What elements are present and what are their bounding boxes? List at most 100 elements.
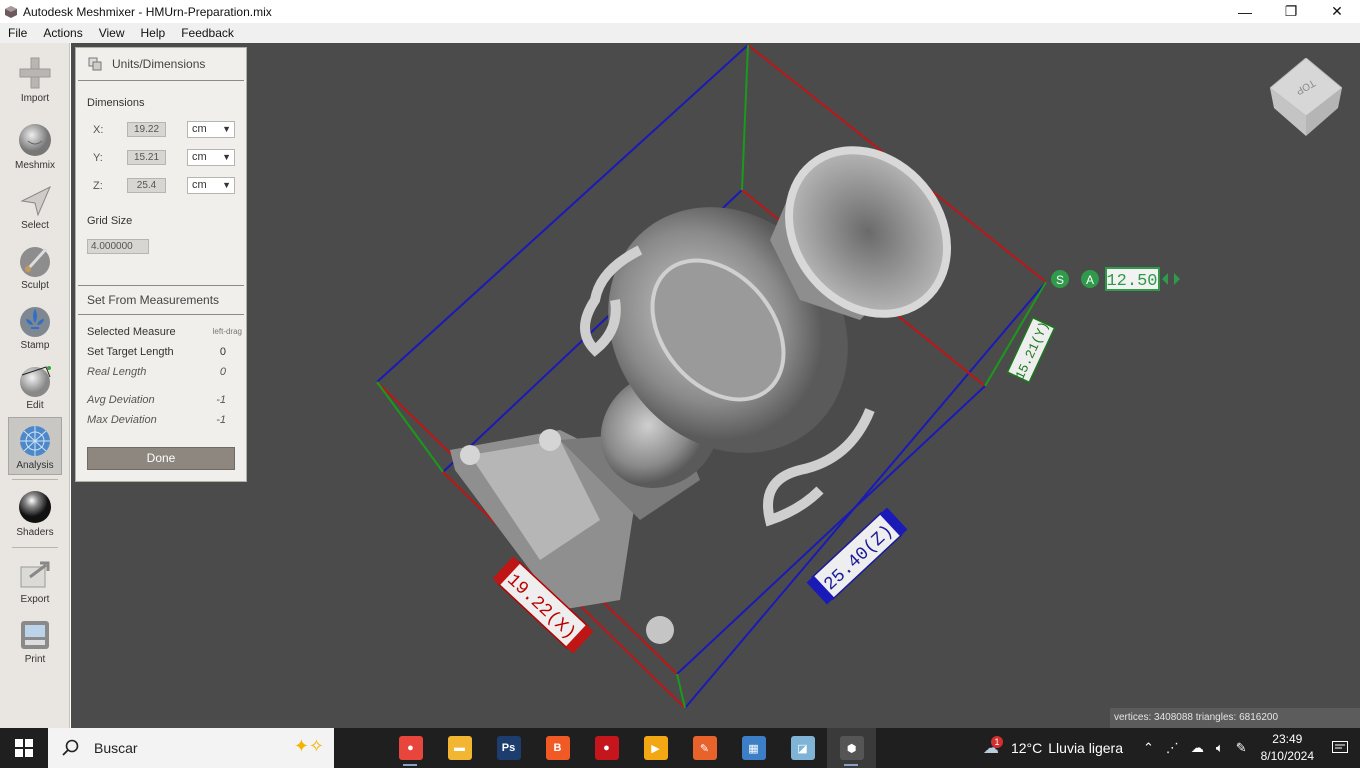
notification-button[interactable]: [1328, 728, 1352, 768]
analysis-mesh-icon: [20, 426, 50, 456]
scale-widget[interactable]: S A 12.50: [1051, 267, 1180, 291]
close-button[interactable]: ✕: [1314, 0, 1360, 23]
urn-model: [450, 146, 952, 644]
windows-logo-icon: [15, 739, 33, 757]
taskbar-app-file-explorer[interactable]: ▬: [435, 728, 484, 768]
plus-icon: [19, 57, 51, 89]
selected-measure-row[interactable]: Selected Measure left-drag: [87, 326, 242, 338]
system-tray: ☁ 1 12°C Lluvia ligera ⌃ ⋰ ☁ 🔈︎ ✎ 23:49 …: [983, 728, 1360, 768]
volume-icon[interactable]: 🔈︎: [1216, 740, 1224, 756]
done-button[interactable]: Done: [87, 447, 235, 470]
edit-button[interactable]: Edit: [8, 358, 62, 416]
taskbar-app-pen-app[interactable]: ✎: [680, 728, 729, 768]
y-dimension-input[interactable]: 15.21: [127, 150, 166, 165]
y-unit-select[interactable]: cm ▼: [187, 149, 235, 166]
meshmix-button[interactable]: Meshmix: [8, 118, 62, 176]
taskbar-app-book-app[interactable]: ◪: [778, 728, 827, 768]
onedrive-icon[interactable]: ☁: [1191, 740, 1204, 756]
print-label: Print: [24, 654, 46, 665]
analysis-label: Analysis: [16, 460, 54, 471]
target-length-row[interactable]: Set Target Length 0: [87, 346, 242, 358]
z-axis-label: Z:: [93, 180, 103, 192]
taskbar-app-photoshop[interactable]: Ps: [484, 728, 533, 768]
x-axis-label: X:: [93, 124, 104, 136]
taskbar-app-chrome[interactable]: ●: [386, 728, 435, 768]
grid-size-input[interactable]: 4.000000: [87, 239, 149, 254]
title-bar: Autodesk Meshmixer - HMUrn-Preparation.m…: [0, 0, 1360, 23]
dimension-z-row: Z: 25.4 cm ▼: [87, 177, 237, 194]
taskbar-search[interactable]: Buscar ✦✧: [48, 728, 334, 768]
select-label: Select: [21, 220, 49, 231]
import-label: Import: [20, 93, 50, 104]
avg-deviation-row: Avg Deviation -1: [87, 394, 226, 406]
dimensions-label: Dimensions: [87, 97, 145, 109]
scale-increase-arrow: [1174, 273, 1180, 285]
shaders-button[interactable]: Shaders: [8, 485, 62, 543]
clock[interactable]: 23:49 8/10/2024: [1261, 731, 1314, 765]
mesh-stats: vertices: 3408088 triangles: 6816200: [1110, 708, 1360, 728]
menu-feedback[interactable]: Feedback: [173, 26, 242, 40]
y-dimension-tag: 15.21(Y): [1006, 316, 1056, 384]
y-axis-label: Y:: [93, 152, 103, 164]
grid-size-label: Grid Size: [87, 215, 133, 227]
search-placeholder: Buscar: [94, 740, 138, 756]
sparkle-icon: ✦✧: [293, 736, 324, 756]
weather-widget[interactable]: ☁ 1 12°C Lluvia ligera: [983, 736, 1123, 758]
panel-collapse-icon[interactable]: [88, 57, 102, 71]
target-length-value: 0: [219, 346, 226, 358]
svg-text:A: A: [1086, 273, 1094, 287]
select-button[interactable]: Select: [8, 178, 62, 236]
red-app-icon: ●: [594, 736, 619, 760]
photos-app-icon: ▦: [741, 736, 766, 760]
taskbar-app-brave[interactable]: B: [533, 728, 582, 768]
export-label: Export: [20, 594, 50, 605]
search-icon: [62, 739, 79, 756]
minimize-button[interactable]: —: [1222, 0, 1268, 23]
import-button[interactable]: Import: [8, 51, 62, 109]
sculpt-button[interactable]: Sculpt: [8, 238, 62, 296]
chevron-up-icon[interactable]: ⌃: [1143, 740, 1154, 756]
maximize-button[interactable]: ❐: [1268, 0, 1314, 23]
menu-file[interactable]: File: [0, 26, 35, 40]
network-icon[interactable]: ⋰: [1166, 740, 1179, 756]
left-toolbar: Import Meshmix Select Sculpt Stamp Edit …: [0, 43, 70, 728]
menu-view[interactable]: View: [91, 26, 133, 40]
x-unit-select[interactable]: cm ▼: [187, 121, 235, 138]
export-button[interactable]: Export: [8, 552, 62, 610]
taskbar-app-meshmixer[interactable]: ⬢: [827, 728, 876, 768]
media-app-icon: ▶: [643, 736, 668, 760]
dimension-y-row: Y: 15.21 cm ▼: [87, 149, 237, 166]
pen-app-icon: ✎: [692, 736, 717, 760]
menu-actions[interactable]: Actions: [35, 26, 90, 40]
real-length-row: Real Length 0: [87, 366, 226, 378]
analysis-button[interactable]: Analysis: [8, 417, 62, 475]
pen-icon[interactable]: ✎: [1236, 740, 1247, 756]
dropdown-arrow-icon: ▼: [222, 152, 231, 162]
start-button[interactable]: [0, 728, 48, 768]
meshmix-sphere-icon: [19, 124, 51, 156]
taskbar-app-photos-app[interactable]: ▦: [729, 728, 778, 768]
file-explorer-icon: ▬: [447, 736, 472, 760]
3d-viewport[interactable]: 19.22(X) 25.40(Z) 15.21(Y) S A 12.50 ver…: [71, 43, 1360, 728]
weather-temp: 12°C: [1010, 740, 1043, 756]
photoshop-icon: Ps: [496, 736, 521, 760]
taskbar: Buscar ✦✧ ● ▬ Ps B ● ▶ ✎ ▦ ◪ ⬢ ☁ 1 12°C Lluvia li…: [0, 728, 1360, 768]
printer-icon: [21, 621, 49, 649]
scene-canvas: 19.22(X) 25.40(Z) 15.21(Y) S A 12.50: [376, 44, 1180, 709]
meshmixer-logo-icon: [5, 5, 17, 18]
z-dimension-input[interactable]: 25.4: [127, 178, 166, 193]
print-button[interactable]: Print: [8, 612, 62, 670]
dimension-x-row: X: 19.22 cm ▼: [87, 121, 237, 138]
meshmixer-icon: ⬢: [839, 736, 864, 760]
taskbar-app-red-app[interactable]: ●: [582, 728, 631, 768]
x-dimension-input[interactable]: 19.22: [127, 122, 166, 137]
menu-help[interactable]: Help: [133, 26, 174, 40]
brave-icon: B: [545, 736, 570, 760]
taskbar-app-media-app[interactable]: ▶: [631, 728, 680, 768]
view-cube[interactable]: TOP: [1270, 58, 1342, 136]
z-unit-select[interactable]: cm ▼: [187, 177, 235, 194]
stamp-button[interactable]: Stamp: [8, 298, 62, 356]
clock-time: 23:49: [1272, 732, 1303, 746]
max-deviation-row: Max Deviation -1: [87, 414, 226, 426]
svg-text:S: S: [1056, 273, 1064, 287]
